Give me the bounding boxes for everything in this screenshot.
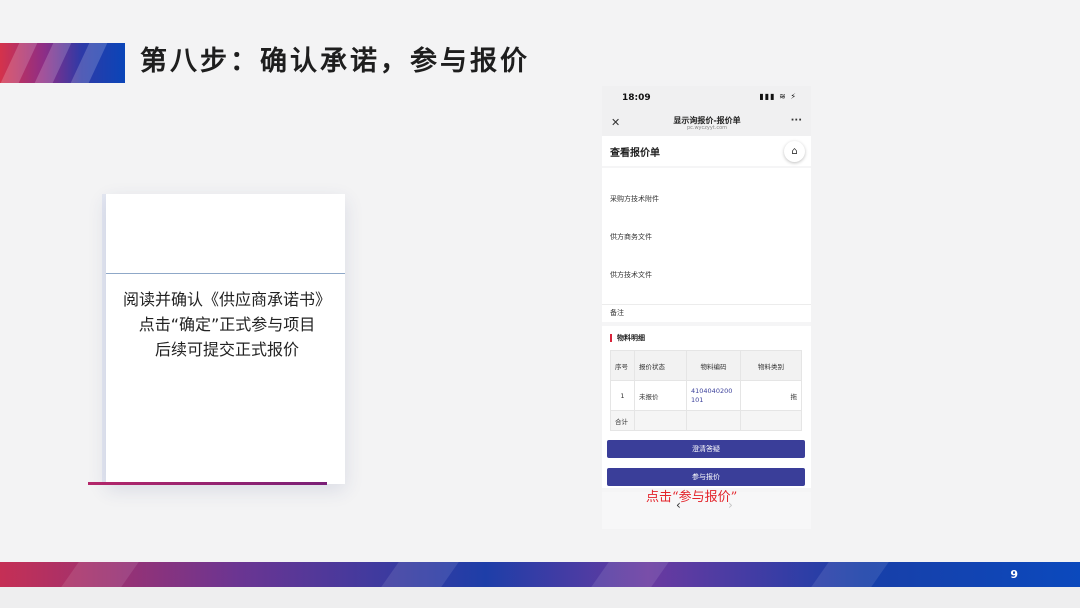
info-row-remark: 备注 xyxy=(610,309,624,317)
info-row-supplier-tech[interactable]: 供方技术文件 xyxy=(610,270,652,280)
info-row-buyer-tech[interactable]: 采购方技术附件 xyxy=(610,194,659,204)
cell-status: 未报价 xyxy=(634,380,687,411)
title-banner-decoration xyxy=(0,43,125,83)
nav-url: pc.wyczyyt.com xyxy=(686,125,728,131)
quote-title: 查看报价单 xyxy=(610,148,660,159)
nav-bar: ✕ 显示询报价-报价单 pc.wyczyyt.com ··· xyxy=(602,110,811,136)
materials-block: 物料明细 序号 报价状态 物料编码 物料类别 1 未报价 41040402001… xyxy=(602,326,811,488)
row-divider xyxy=(602,304,811,305)
instruction-line: 后续可提交正式报价 xyxy=(154,340,299,359)
cell-total-label: 合计 xyxy=(610,410,635,431)
card-underline-decoration xyxy=(88,482,327,485)
table-header-row: 序号 报价状态 物料编码 物料类别 xyxy=(610,350,802,381)
card-divider xyxy=(106,273,345,274)
cell-category: 拖 xyxy=(740,380,802,411)
column-header: 序号 xyxy=(610,350,635,381)
cell-code: 4104040200101 xyxy=(686,380,741,411)
column-header: 报价状态 xyxy=(634,350,687,381)
info-row-supplier-business[interactable]: 供方商务文件 xyxy=(610,232,652,242)
column-header: 物料类别 xyxy=(740,350,802,381)
page-title: 第八步：确认承诺，参与报价 xyxy=(140,46,530,77)
attachments-block: 采购方技术附件 供方商务文件 供方技术文件 备注 xyxy=(602,168,811,322)
cell-empty xyxy=(634,410,687,431)
table-row[interactable]: 1 未报价 4104040200101 拖 xyxy=(610,380,802,411)
content-header: 查看报价单 ⌂ xyxy=(602,136,811,166)
materials-table: 序号 报价状态 物料编码 物料类别 1 未报价 4104040200101 拖 … xyxy=(610,350,802,431)
status-time: 18:09 xyxy=(622,93,651,103)
more-icon[interactable]: ··· xyxy=(791,115,802,126)
clarify-button[interactable]: 澄清答疑 xyxy=(607,440,805,458)
footer-banner: 9 xyxy=(0,562,1080,587)
status-bar: 18:09 ▮▮▮ ≋ ⚡ xyxy=(602,86,811,110)
instruction-text: 阅读并确认《供应商承诺书》 点击“确定”正式参与项目 后续可提交正式报价 xyxy=(96,287,358,362)
materials-title: 物料明细 xyxy=(610,334,645,342)
home-icon[interactable]: ⌂ xyxy=(784,141,805,162)
instruction-line: 点击“确定”正式参与项目 xyxy=(138,315,316,334)
close-icon[interactable]: ✕ xyxy=(611,116,620,129)
bottom-strip xyxy=(0,587,1080,608)
signal-wifi-battery-icon: ▮▮▮ ≋ ⚡ xyxy=(759,92,797,101)
click-annotation: 点击“参与报价” xyxy=(646,490,738,505)
column-header: 物料编码 xyxy=(686,350,741,381)
table-total-row: 合计 xyxy=(610,410,802,431)
participate-quote-button[interactable]: 参与报价 xyxy=(607,468,805,486)
cell-index: 1 xyxy=(610,380,635,411)
phone-screenshot: 18:09 ▮▮▮ ≋ ⚡ ✕ 显示询报价-报价单 pc.wyczyyt.com… xyxy=(602,86,811,529)
page-number: 9 xyxy=(1010,568,1018,581)
cell-empty xyxy=(740,410,802,431)
cell-empty xyxy=(686,410,741,431)
instruction-line: 阅读并确认《供应商承诺书》 xyxy=(122,290,331,309)
